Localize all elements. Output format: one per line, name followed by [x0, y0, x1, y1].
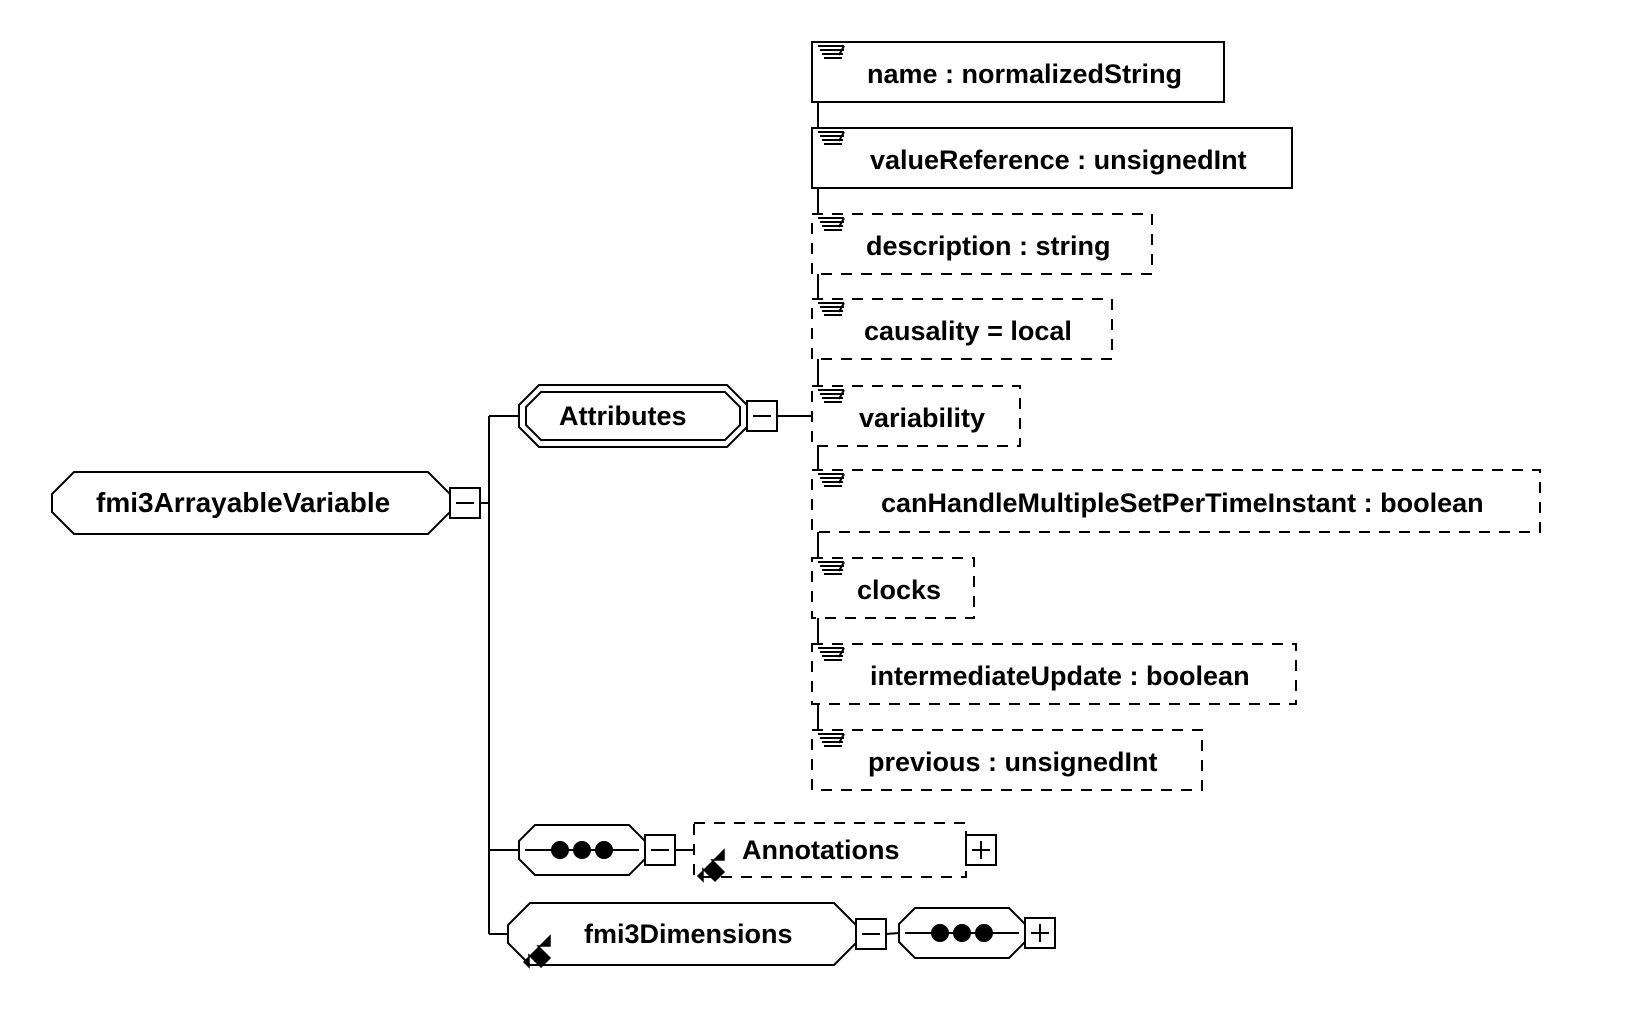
schema-diagram-canvas: fmi3ArrayableVariable Attributes name : no…: [0, 0, 1638, 1020]
attribute-label-6: clocks: [857, 575, 942, 605]
attribute-label-4: variability: [859, 403, 986, 433]
annotations-label: Annotations: [742, 835, 900, 865]
root-node-label: fmi3ArrayableVariable: [96, 487, 391, 518]
attribute-label-2: description : string: [866, 231, 1111, 261]
sequence-compositor-annotations-toggle[interactable]: [644, 834, 676, 866]
sequence-compositor-annotations-dot-1: [573, 841, 591, 859]
sequence-compositor-annotations-dot-0: [551, 841, 569, 859]
connector-dimensions-to-seq: [885, 932, 900, 935]
sequence-compositor-dimensions-dot-2: [975, 924, 993, 942]
sequence-compositor-annotations-dot-2: [595, 841, 613, 859]
attributes-group-label: Attributes: [559, 401, 687, 431]
fmi3dimensions-label: fmi3Dimensions: [584, 919, 793, 949]
attribute-label-7: intermediateUpdate : boolean: [870, 661, 1250, 691]
attribute-label-5: canHandleMultipleSetPerTimeInstant : boo…: [881, 488, 1484, 518]
attribute-label-0: name : normalizedString: [867, 59, 1183, 89]
sequence-compositor-dimensions-toggle[interactable]: [1024, 917, 1056, 949]
root-collapse-toggle[interactable]: [449, 487, 481, 519]
fmi3dimensions-collapse-toggle[interactable]: [855, 918, 887, 950]
attribute-label-3: causality = local: [864, 316, 1072, 346]
annotations-expand-toggle[interactable]: [965, 834, 997, 866]
attribute-label-1: valueReference : unsignedInt: [870, 145, 1247, 175]
attribute-label-8: previous : unsignedInt: [868, 747, 1158, 777]
sequence-compositor-dimensions-dot-0: [931, 924, 949, 942]
sequence-compositor-dimensions-dot-1: [953, 924, 971, 942]
attributes-collapse-toggle[interactable]: [746, 400, 778, 432]
